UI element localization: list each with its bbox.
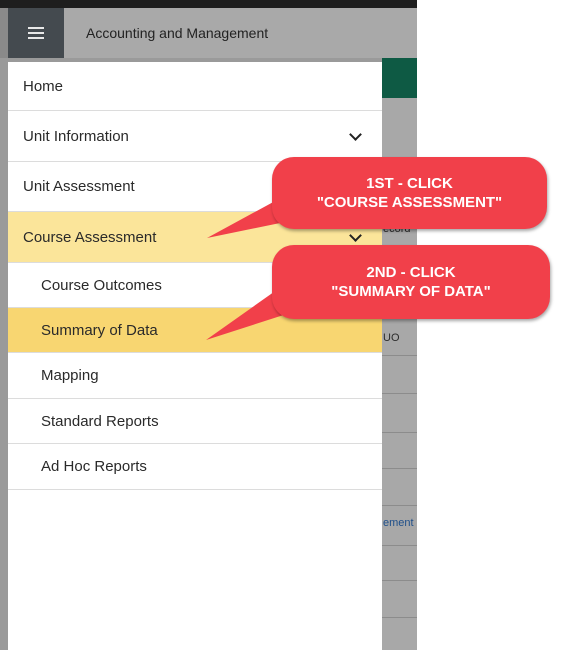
callout-text-line: "SUMMARY OF DATA" <box>331 283 491 300</box>
callout-text-line: "COURSE ASSESSMENT" <box>316 194 503 211</box>
instruction-callout-first: 1ST - CLICK "COURSE ASSESSMENT" <box>272 157 547 229</box>
callout-text-line: 2ND - CLICK <box>366 264 456 281</box>
callout-text-line: 1ST - CLICK <box>366 175 453 192</box>
instruction-callout-second: 2ND - CLICK "SUMMARY OF DATA" <box>272 245 550 319</box>
callout-pointers <box>206 194 324 340</box>
